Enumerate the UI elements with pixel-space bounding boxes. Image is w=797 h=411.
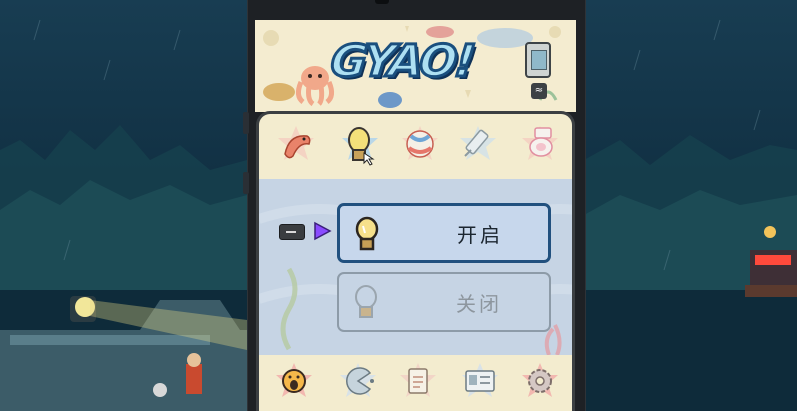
- pacman-icon: [340, 363, 376, 397]
- option-on-label: 开启: [457, 222, 503, 247]
- tab-pacman[interactable]: [335, 357, 381, 409]
- gear-icon: [522, 363, 558, 397]
- id-card-icon: [462, 363, 498, 397]
- tab-id-card[interactable]: [457, 357, 503, 409]
- tab-toilet[interactable]: [517, 120, 563, 172]
- option-area: 开启 关闭: [259, 179, 572, 355]
- octopus-doodle: [295, 66, 335, 107]
- option-off-label: 关闭: [456, 291, 502, 316]
- option-on-button[interactable]: 开启: [337, 203, 551, 263]
- lightbulb-icon: [342, 126, 378, 166]
- option-off-button[interactable]: 关闭: [337, 272, 551, 332]
- syringe-icon: [460, 126, 496, 160]
- shrimp-icon: [278, 126, 314, 160]
- bottom-tab-bar: [259, 355, 572, 411]
- tab-shrimp[interactable]: [273, 120, 319, 172]
- lightbulb-off-icon: [355, 285, 377, 318]
- toilet-icon: [522, 126, 558, 160]
- top-tab-bar: [259, 114, 572, 180]
- tab-gear[interactable]: [517, 357, 563, 409]
- tab-syringe[interactable]: [455, 120, 501, 172]
- lightbulb-on-icon: [355, 216, 379, 251]
- beach-ball-icon: [402, 126, 438, 160]
- tab-scream[interactable]: [271, 357, 317, 409]
- selection-arrow-icon: [314, 221, 332, 241]
- clipboard-icon: [400, 363, 436, 397]
- handheld-device-icon[interactable]: [525, 42, 551, 78]
- signal-icon[interactable]: ≈: [531, 83, 547, 99]
- tab-beach-ball[interactable]: [397, 120, 443, 172]
- phone-notch: [375, 0, 389, 4]
- phone-side-button: [243, 112, 249, 134]
- tab-lightbulb[interactable]: [337, 120, 383, 172]
- tab-clipboard[interactable]: [395, 357, 441, 409]
- game-logo: GYAO!: [327, 35, 478, 89]
- settings-panel: 开启 关闭: [256, 111, 575, 411]
- phone-side-button: [243, 172, 249, 194]
- scream-face-icon: [276, 363, 312, 397]
- controller-button-hint: [279, 224, 305, 240]
